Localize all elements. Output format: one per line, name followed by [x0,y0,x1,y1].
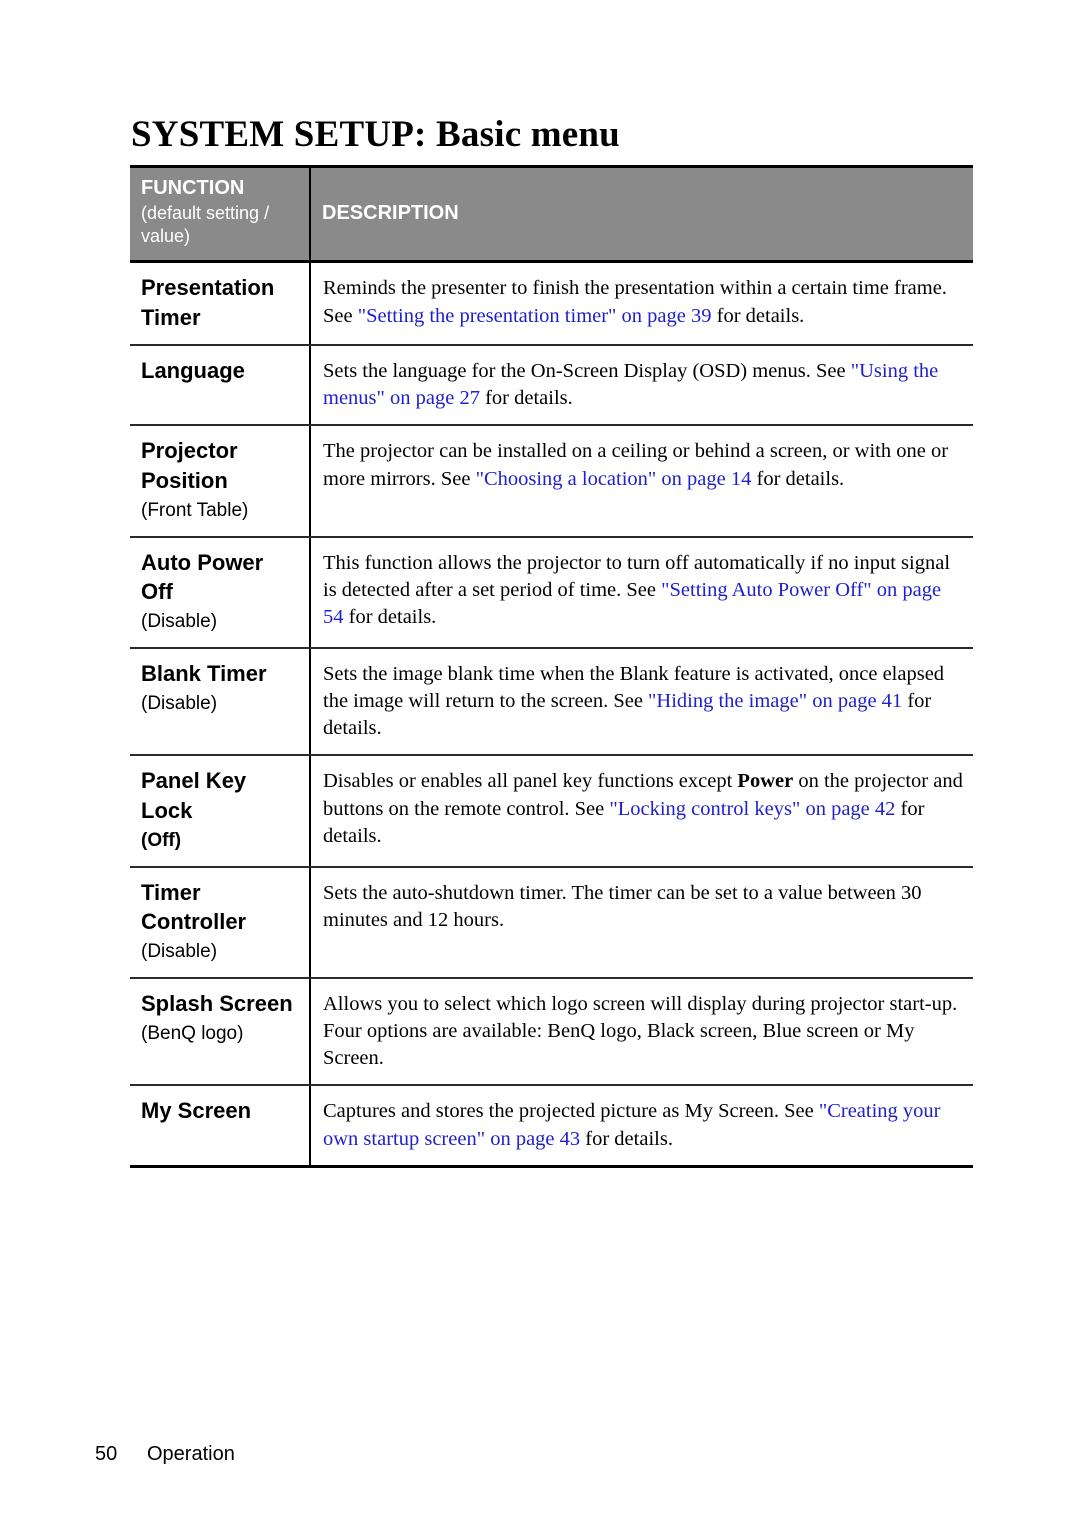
description-text: Sets the language for the On-Screen Disp… [323,358,965,413]
table-row: Presentation Timer Reminds the presenter … [130,261,973,346]
description-text: Disables or enables all panel key functi… [323,768,965,850]
document-page: SYSTEM SETUP: Basic menu FUNCTION (defau… [0,0,1080,1529]
page-footer: 50 Operation [95,1443,235,1466]
table-row: Auto Power Off (Disable) This function all… [130,536,973,649]
description-fragment: Captures and stores the projected pictur… [323,1100,819,1123]
description-column-header: DESCRIPTION [310,164,973,264]
function-cell: Timer Controller (Disable) [130,866,311,979]
cross-reference-link[interactable]: "Choosing a location" on page 14 [476,468,752,490]
description-cell: The projector can be installed on a ceil… [310,425,973,538]
description-cell: Reminds the presenter to finish the pres… [310,261,973,346]
function-default-value: (Disable) [141,611,218,633]
system-setup-basic-table: FUNCTION (default setting / value) DESCR… [130,164,973,1168]
description-cell: Sets the auto-shutdown timer. The timer … [310,866,973,979]
function-cell: Auto Power Off (Disable) [130,536,311,649]
table-row: My Screen Captures and stores the project… [130,1085,973,1168]
description-cell: This function allows the projector to tu… [310,536,973,649]
table-body: FUNCTION (default setting / value) DESCR… [130,164,973,1168]
function-default-value: (Front Table) [141,499,249,521]
footer-section-label: Operation [147,1443,235,1465]
function-name: Timer Controller [141,879,247,934]
function-default-value: (BenQ logo) [141,1022,244,1044]
function-cell: Projector Position (Front Table) [130,425,311,538]
function-name: Panel Key Lock [141,768,247,823]
description-fragment: Disables or enables all panel key functi… [323,770,738,793]
description-text: The projector can be installed on a ceil… [323,438,965,493]
function-header-sublabel: (default setting / value) [141,202,270,246]
function-name: My Screen [141,1098,252,1124]
table-row: Splash Screen (BenQ logo) Allows you to se… [130,977,973,1087]
table-row: Language Sets the language for the On-Scr… [130,344,973,427]
function-cell: Language [130,344,311,427]
function-cell: My Screen [130,1085,311,1168]
description-fragment: for details. [343,606,437,629]
function-name: Projector Position [141,438,238,493]
description-text: Sets the auto-shutdown timer. The timer … [323,880,965,935]
function-default-value: (Off) [141,829,182,851]
description-cell: Allows you to select which logo screen w… [310,977,973,1087]
description-text: This function allows the projector to tu… [323,550,965,632]
description-cell: Captures and stores the projected pictur… [310,1085,973,1168]
description-text: Allows you to select which logo screen w… [323,991,965,1073]
function-column-header: FUNCTION (default setting / value) [130,164,311,264]
description-fragment: for details. [580,1127,673,1150]
description-header-label: DESCRIPTION [322,202,459,224]
description-text: Captures and stores the projected pictur… [323,1098,965,1153]
footer-page-number: 50 [95,1443,118,1465]
description-text: Sets the image blank time when the Blank… [323,661,965,743]
description-fragment: for details. [751,467,845,490]
emphasis-text: Power [737,770,794,793]
function-cell: Presentation Timer [130,261,311,346]
page-title: SYSTEM SETUP: Basic menu [131,113,620,155]
function-name: Blank Timer [141,660,267,686]
function-header-label: FUNCTION [141,177,245,199]
cross-reference-link[interactable]: "Setting the presentation timer" on page… [358,305,712,327]
cross-reference-link[interactable]: "Hiding the image" on page 41 [648,690,902,712]
description-fragment: Sets the auto-shutdown timer. The timer … [323,881,922,931]
description-fragment: for details. [479,387,573,410]
table-row: Panel Key Lock (Off) Disables or enables a… [130,755,973,868]
table-row: Timer Controller (Disable) Sets the auto-s… [130,866,973,979]
function-name: Presentation Timer [141,275,275,330]
description-cell: Sets the image blank time when the Blank… [310,647,973,757]
cross-reference-link[interactable]: "Locking control keys" on page 42 [609,798,895,820]
function-cell: Panel Key Lock (Off) [130,755,311,868]
function-cell: Splash Screen (BenQ logo) [130,977,311,1087]
function-name: Language [141,357,245,383]
description-text: Reminds the presenter to finish the pres… [323,275,965,330]
table-header-row: FUNCTION (default setting / value) DESCR… [130,164,973,264]
description-cell: Sets the language for the On-Screen Disp… [310,344,973,427]
function-default-value: (Disable) [141,692,218,714]
table-row: Blank Timer (Disable) Sets the image blank… [130,647,973,757]
table-row: Projector Position (Front Table) The proje… [130,425,973,538]
function-name: Splash Screen [141,990,293,1016]
description-fragment: for details. [711,304,805,327]
function-name: Auto Power Off [141,549,264,604]
function-default-value: (Disable) [141,941,218,963]
description-fragment: Allows you to select which logo screen w… [323,992,958,1070]
function-cell: Blank Timer (Disable) [130,647,311,757]
description-cell: Disables or enables all panel key functi… [310,755,973,868]
description-fragment: Sets the language for the On-Screen Disp… [323,359,851,382]
